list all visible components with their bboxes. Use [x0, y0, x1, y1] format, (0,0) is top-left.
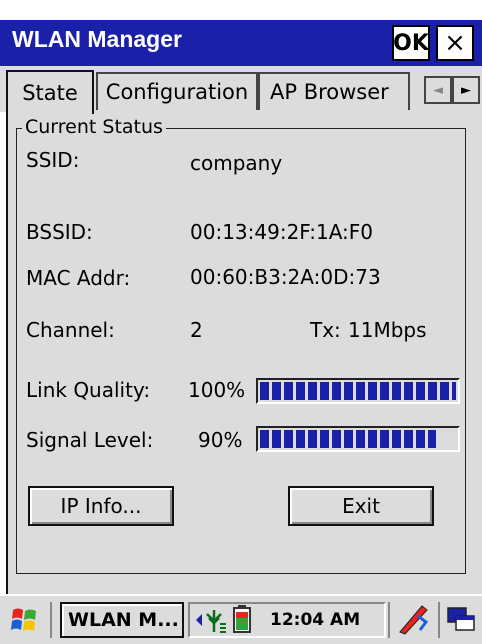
battery-icon[interactable] [232, 604, 252, 634]
current-status-title: Current Status [22, 116, 166, 138]
link-quality-label: Link Quality: [26, 378, 151, 402]
bssid-value: 00:13:49:2F:1A:F0 [190, 220, 373, 244]
tab-state[interactable]: State [6, 70, 94, 114]
signal-level-bar [256, 426, 460, 452]
taskbar: WLAN M... 12:04 AM [0, 594, 482, 644]
signal-level-fill [260, 430, 436, 448]
mac-addr-value: 00:60:B3:2A:0D:73 [190, 265, 381, 289]
signal-level-value: 90% [198, 428, 243, 452]
taskbar-app-button[interactable]: WLAN M... [60, 602, 184, 638]
clock[interactable]: 12:04 AM [270, 610, 360, 630]
tab-configuration[interactable]: Configuration [96, 72, 258, 110]
link-quality-value: 100% [188, 378, 246, 402]
link-quality-fill [260, 382, 456, 400]
bssid-label: BSSID: [26, 220, 93, 244]
ssid-label: SSID: [26, 148, 80, 172]
signal-level-label: Signal Level: [26, 428, 154, 452]
ip-info-button[interactable]: IP Info... [28, 486, 174, 526]
channel-label: Channel: [26, 318, 115, 342]
mac-addr-label: MAC Addr: [26, 266, 131, 290]
close-button[interactable]: × [436, 25, 474, 61]
tab-strip: State Configuration AP Browser ◄ ► [0, 66, 482, 114]
ok-button[interactable]: OK [392, 25, 430, 61]
window-switch-icon[interactable] [446, 606, 476, 634]
ssid-value: company [190, 151, 283, 175]
wlan-manager-window: WLAN Manager OK × State Configuration AP… [0, 0, 482, 644]
channel-value: 2 [190, 318, 203, 342]
taskbar-separator [438, 602, 440, 638]
wifi-signal-icon[interactable] [194, 606, 228, 634]
tab-ap-browser[interactable]: AP Browser [258, 72, 410, 110]
title-bar: WLAN Manager OK × [0, 20, 482, 66]
window-title: WLAN Manager [12, 26, 182, 52]
tab-scroll-left-icon[interactable]: ◄ [424, 76, 452, 104]
tab-scroll-right-icon[interactable]: ► [452, 76, 480, 104]
windows-start-icon[interactable] [10, 606, 40, 634]
link-quality-bar [256, 378, 460, 404]
tx-value: 11Mbps [348, 318, 427, 342]
pen-input-icon[interactable] [396, 602, 430, 636]
taskbar-separator [50, 602, 52, 638]
exit-button[interactable]: Exit [288, 486, 434, 526]
tx-label: Tx: [310, 318, 341, 342]
taskbar-separator [388, 602, 390, 638]
